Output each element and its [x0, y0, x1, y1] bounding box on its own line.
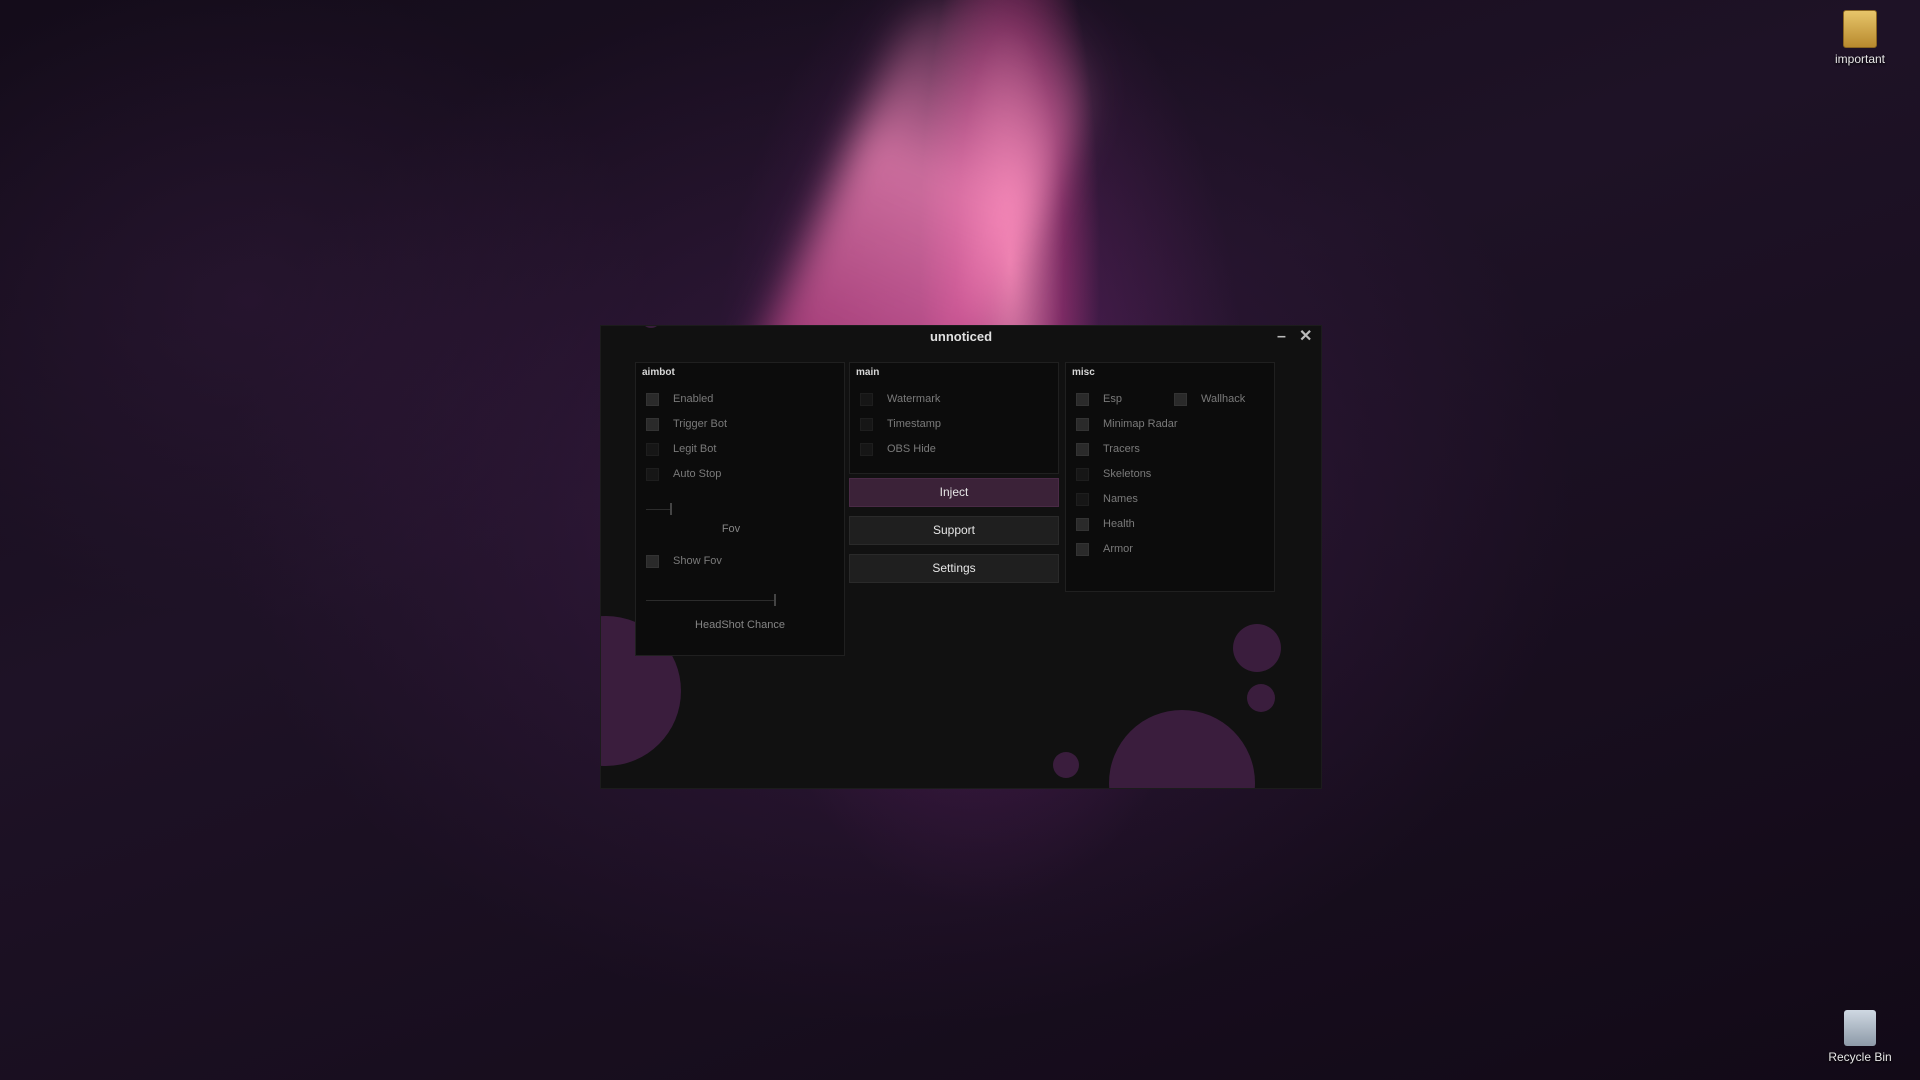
- close-button[interactable]: ✕: [1299, 326, 1312, 348]
- checkbox-box: [860, 442, 873, 456]
- checkbox-label: Watermark: [887, 393, 941, 405]
- skeletons-checkbox[interactable]: Skeletons: [1076, 466, 1151, 482]
- inject-button[interactable]: Inject: [849, 478, 1059, 507]
- aimbot-auto-stop-checkbox[interactable]: Auto Stop: [646, 466, 721, 482]
- checkbox-box: [1076, 442, 1089, 456]
- aimbot-enabled-checkbox[interactable]: Enabled: [646, 391, 713, 407]
- checkbox-box: [646, 554, 659, 568]
- names-checkbox[interactable]: Names: [1076, 491, 1138, 507]
- desktop-icon-label: Recycle Bin: [1828, 1050, 1892, 1064]
- minimize-button[interactable]: –: [1277, 326, 1286, 348]
- panel-title: misc: [1072, 367, 1095, 378]
- checkbox-label: OBS Hide: [887, 443, 936, 455]
- wallhack-checkbox[interactable]: Wallhack: [1174, 391, 1245, 407]
- checkbox-label: Legit Bot: [673, 443, 717, 455]
- checkbox-box: [1076, 467, 1089, 481]
- decor-bubble: [1109, 710, 1255, 788]
- recycle-bin-icon: [1844, 1010, 1876, 1046]
- panel-title: main: [856, 367, 880, 378]
- aimbot-panel: aimbot Enabled Trigger Bot Legit Bot Aut…: [635, 362, 845, 656]
- desktop-icon-important[interactable]: important: [1820, 10, 1900, 66]
- checkbox-label: Skeletons: [1103, 468, 1152, 480]
- panel-title: aimbot: [642, 367, 675, 378]
- fov-slider[interactable]: [646, 509, 672, 510]
- checkbox-label: Auto Stop: [673, 468, 722, 480]
- checkbox-box: [1174, 392, 1187, 406]
- file-icon: [1843, 10, 1877, 48]
- checkbox-label: Trigger Bot: [673, 418, 728, 430]
- minimap-radar-checkbox[interactable]: Minimap Radar: [1076, 416, 1178, 432]
- support-button[interactable]: Support: [849, 516, 1059, 545]
- aimbot-legit-bot-checkbox[interactable]: Legit Bot: [646, 441, 716, 457]
- checkbox-box: [646, 392, 659, 406]
- show-fov-checkbox[interactable]: Show Fov: [646, 553, 722, 569]
- headshot-slider[interactable]: [646, 600, 776, 601]
- checkbox-label: Enabled: [673, 393, 714, 405]
- armor-checkbox[interactable]: Armor: [1076, 541, 1133, 557]
- checkbox-box: [1076, 517, 1089, 531]
- window-titlebar[interactable]: unnoticed – ✕: [601, 326, 1321, 350]
- settings-button[interactable]: Settings: [849, 554, 1059, 583]
- decor-bubble: [1233, 624, 1281, 672]
- decor-bubble: [1053, 752, 1079, 778]
- window-title: unnoticed: [929, 329, 993, 344]
- main-panel: main Watermark Timestamp OBS Hide: [849, 362, 1059, 474]
- misc-panel: misc Esp Wallhack Minimap Radar Tracers …: [1065, 362, 1275, 592]
- fov-label: Fov: [721, 523, 741, 535]
- headshot-label: HeadShot Chance: [695, 619, 785, 631]
- aimbot-trigger-bot-checkbox[interactable]: Trigger Bot: [646, 416, 727, 432]
- checkbox-label: Names: [1103, 493, 1138, 505]
- checkbox-box: [646, 442, 659, 456]
- checkbox-box: [646, 467, 659, 481]
- obs-hide-checkbox[interactable]: OBS Hide: [860, 441, 936, 457]
- decor-bubble: [1247, 684, 1275, 712]
- checkbox-label: Minimap Radar: [1103, 418, 1178, 430]
- checkbox-box: [860, 417, 873, 431]
- fov-slider-handle[interactable]: [670, 503, 672, 515]
- checkbox-box: [1076, 542, 1089, 556]
- tracers-checkbox[interactable]: Tracers: [1076, 441, 1140, 457]
- desktop-icon-label: important: [1834, 52, 1886, 66]
- checkbox-box: [646, 417, 659, 431]
- checkbox-label: Show Fov: [673, 555, 722, 567]
- checkbox-box: [1076, 417, 1089, 431]
- watermark-checkbox[interactable]: Watermark: [860, 391, 940, 407]
- checkbox-box: [1076, 492, 1089, 506]
- checkbox-label: Tracers: [1103, 443, 1140, 455]
- checkbox-box: [860, 392, 873, 406]
- checkbox-label: Timestamp: [887, 418, 941, 430]
- timestamp-checkbox[interactable]: Timestamp: [860, 416, 941, 432]
- headshot-slider-handle[interactable]: [774, 594, 776, 606]
- desktop-icon-recycle-bin[interactable]: Recycle Bin: [1820, 1010, 1900, 1064]
- app-window: unnoticed – ✕ aimbot Enabled Trigger Bot…: [600, 325, 1322, 789]
- esp-checkbox[interactable]: Esp: [1076, 391, 1122, 407]
- checkbox-label: Esp: [1103, 393, 1122, 405]
- checkbox-label: Wallhack: [1201, 393, 1246, 405]
- checkbox-label: Armor: [1103, 543, 1133, 555]
- checkbox-label: Health: [1103, 518, 1135, 530]
- checkbox-box: [1076, 392, 1089, 406]
- health-checkbox[interactable]: Health: [1076, 516, 1135, 532]
